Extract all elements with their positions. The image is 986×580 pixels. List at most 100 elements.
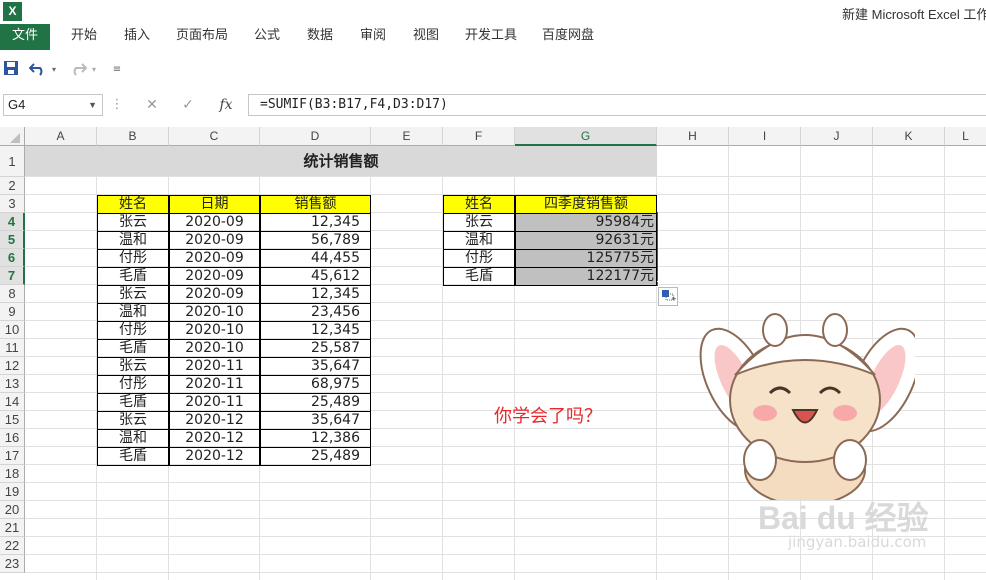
row-header[interactable]: 21: [0, 519, 25, 537]
table-cell[interactable]: 25,587: [260, 339, 371, 358]
table-cell[interactable]: 2020-09: [169, 213, 260, 232]
table-cell[interactable]: 张云: [97, 213, 169, 232]
table-header-cell[interactable]: 姓名: [97, 195, 169, 214]
column-header-a[interactable]: A: [25, 127, 97, 146]
row-header[interactable]: 13: [0, 375, 25, 393]
undo-dropdown-icon[interactable]: ▾: [49, 60, 59, 80]
cancel-icon[interactable]: ✕: [140, 94, 164, 116]
table-cell[interactable]: 12,386: [260, 429, 371, 448]
row-header[interactable]: 11: [0, 339, 25, 357]
save-icon[interactable]: [2, 60, 20, 80]
tab-baidu-netdisk[interactable]: 百度网盘: [532, 24, 604, 50]
column-header-e[interactable]: E: [371, 127, 443, 146]
column-header-b[interactable]: B: [97, 127, 169, 146]
table-cell[interactable]: 35,647: [260, 411, 371, 430]
row-header[interactable]: 15: [0, 411, 25, 429]
summary-name-cell[interactable]: 张云: [443, 213, 515, 232]
table-cell[interactable]: 2020-11: [169, 357, 260, 376]
table-cell[interactable]: 2020-10: [169, 339, 260, 358]
table-cell[interactable]: 2020-12: [169, 411, 260, 430]
chevron-down-icon[interactable]: ▼: [88, 95, 97, 115]
table-cell[interactable]: 2020-11: [169, 393, 260, 412]
table-cell[interactable]: 25,489: [260, 393, 371, 412]
row-header[interactable]: 14: [0, 393, 25, 411]
table-header-cell[interactable]: 销售额: [260, 195, 371, 214]
column-header-l[interactable]: L: [945, 127, 986, 146]
table-cell[interactable]: 温和: [97, 303, 169, 322]
row-header[interactable]: 5: [0, 231, 25, 249]
sheet-title[interactable]: 统计销售额: [25, 146, 657, 176]
row-header[interactable]: 4: [0, 213, 25, 231]
tab-data[interactable]: 数据: [296, 24, 344, 50]
tab-review[interactable]: 审阅: [349, 24, 397, 50]
table-cell[interactable]: 35,647: [260, 357, 371, 376]
row-header[interactable]: 1: [0, 146, 25, 177]
undo-icon[interactable]: [28, 60, 48, 80]
table-cell[interactable]: 45,612: [260, 267, 371, 286]
column-header-h[interactable]: H: [657, 127, 729, 146]
tab-home[interactable]: 开始: [60, 24, 108, 50]
table-cell[interactable]: 付彤: [97, 249, 169, 268]
customize-icon[interactable]: ≡: [111, 60, 123, 80]
table-cell[interactable]: 2020-09: [169, 249, 260, 268]
table-cell[interactable]: 付彤: [97, 375, 169, 394]
row-header[interactable]: 9: [0, 303, 25, 321]
redo-icon[interactable]: [68, 60, 88, 80]
table-cell[interactable]: 温和: [97, 429, 169, 448]
row-header[interactable]: 8: [0, 285, 25, 303]
table-cell[interactable]: 毛盾: [97, 393, 169, 412]
table-cell[interactable]: 12,345: [260, 213, 371, 232]
table-cell[interactable]: 2020-12: [169, 429, 260, 448]
table-cell[interactable]: 张云: [97, 411, 169, 430]
table-cell[interactable]: 12,345: [260, 285, 371, 304]
table-cell[interactable]: 2020-10: [169, 321, 260, 340]
summary-header-cell[interactable]: 姓名: [443, 195, 515, 214]
tab-insert[interactable]: 插入: [113, 24, 161, 50]
table-cell[interactable]: 毛盾: [97, 339, 169, 358]
summary-total-cell[interactable]: 122177元: [515, 267, 657, 286]
summary-name-cell[interactable]: 付彤: [443, 249, 515, 268]
summary-name-cell[interactable]: 毛盾: [443, 267, 515, 286]
tab-developer[interactable]: 开发工具: [455, 24, 527, 50]
formula-input[interactable]: =SUMIF(B3:B17,F4,D3:D17): [248, 94, 986, 116]
table-cell[interactable]: 2020-09: [169, 231, 260, 250]
summary-name-cell[interactable]: 温和: [443, 231, 515, 250]
table-cell[interactable]: 毛盾: [97, 267, 169, 286]
summary-total-cell[interactable]: 92631元: [515, 231, 657, 250]
table-cell[interactable]: 2020-12: [169, 447, 260, 466]
table-header-cell[interactable]: 日期: [169, 195, 260, 214]
table-cell[interactable]: 温和: [97, 231, 169, 250]
row-header[interactable]: 6: [0, 249, 25, 267]
column-header-k[interactable]: K: [873, 127, 945, 146]
row-header[interactable]: 3: [0, 195, 25, 213]
tab-page-layout[interactable]: 页面布局: [166, 24, 238, 50]
table-cell[interactable]: 2020-09: [169, 285, 260, 304]
table-cell[interactable]: 2020-10: [169, 303, 260, 322]
summary-total-cell[interactable]: 95984元: [515, 213, 657, 232]
table-cell[interactable]: 56,789: [260, 231, 371, 250]
table-cell[interactable]: 25,489: [260, 447, 371, 466]
column-header-g[interactable]: G: [515, 127, 657, 146]
table-cell[interactable]: 2020-11: [169, 375, 260, 394]
row-header[interactable]: 7: [0, 267, 25, 285]
row-header[interactable]: 17: [0, 447, 25, 465]
summary-total-cell[interactable]: 125775元: [515, 249, 657, 268]
row-header[interactable]: 19: [0, 483, 25, 501]
name-box[interactable]: G4 ▼: [3, 94, 103, 116]
select-all-corner[interactable]: [0, 127, 25, 146]
column-header-i[interactable]: I: [729, 127, 801, 146]
column-header-c[interactable]: C: [169, 127, 260, 146]
summary-header-cell[interactable]: 四季度销售额: [515, 195, 657, 214]
insert-function-icon[interactable]: fx: [214, 94, 238, 116]
table-cell[interactable]: 2020-09: [169, 267, 260, 286]
redo-dropdown-icon[interactable]: ▾: [89, 60, 99, 80]
row-header[interactable]: 18: [0, 465, 25, 483]
paste-options-icon[interactable]: +: [658, 287, 678, 306]
row-header[interactable]: 23: [0, 555, 25, 573]
table-cell[interactable]: 23,456: [260, 303, 371, 322]
table-cell[interactable]: 毛盾: [97, 447, 169, 466]
tab-file[interactable]: 文件: [0, 24, 50, 50]
column-header-f[interactable]: F: [443, 127, 515, 146]
row-header[interactable]: 20: [0, 501, 25, 519]
table-cell[interactable]: 12,345: [260, 321, 371, 340]
